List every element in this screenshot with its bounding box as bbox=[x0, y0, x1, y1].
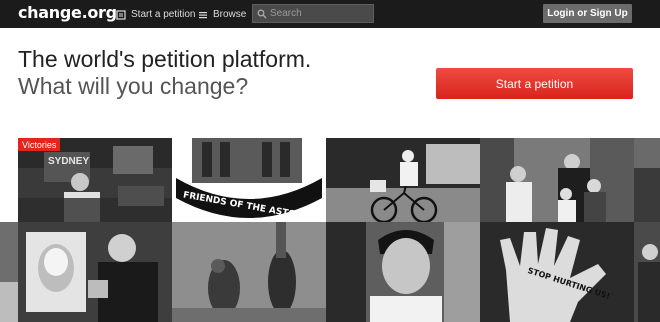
list-icon bbox=[199, 11, 207, 18]
nav-start-petition[interactable]: Start a petition bbox=[116, 8, 195, 21]
victories-badge[interactable]: Victories bbox=[18, 138, 61, 151]
photo-birds[interactable] bbox=[172, 222, 326, 322]
photo-partial-left-bottom[interactable] bbox=[0, 222, 18, 322]
search-input[interactable] bbox=[270, 8, 370, 19]
login-signup-button[interactable]: Login or Sign Up bbox=[543, 4, 632, 23]
photo-friends-of-astor[interactable]: FRIENDS OF THE ASTOR bbox=[172, 138, 326, 222]
photo-partial-right-bottom[interactable] bbox=[634, 222, 660, 322]
photo-cyclist[interactable] bbox=[326, 138, 480, 222]
photo-family[interactable] bbox=[480, 138, 634, 222]
photo-gallery: SYDNEY FRIENDS OF THE ASTOR STOP HURTING… bbox=[0, 138, 660, 322]
photo-stop-hurting-us-hand[interactable]: STOP HURTING US! bbox=[480, 222, 634, 322]
petition-icon bbox=[116, 9, 126, 20]
start-petition-button[interactable]: Start a petition bbox=[436, 68, 633, 99]
photo-partial-right-top[interactable] bbox=[634, 138, 660, 222]
photo-sydney-sign: SYDNEY bbox=[48, 156, 89, 167]
search-icon bbox=[257, 9, 267, 18]
photo-young-man[interactable] bbox=[326, 222, 480, 322]
nav-browse-label: Browse bbox=[213, 9, 247, 20]
page-title: The world's petition platform. bbox=[18, 46, 312, 72]
top-navigation-bar: change.org Start a petition Browse Login… bbox=[0, 0, 660, 28]
page-subtitle: What will you change? bbox=[18, 73, 249, 99]
search-box[interactable] bbox=[252, 4, 374, 23]
nav-browse[interactable]: Browse bbox=[198, 8, 246, 21]
nav-start-petition-label: Start a petition bbox=[131, 9, 196, 20]
photo-man-with-portrait[interactable] bbox=[18, 222, 172, 322]
logo[interactable]: change.org bbox=[18, 3, 117, 22]
